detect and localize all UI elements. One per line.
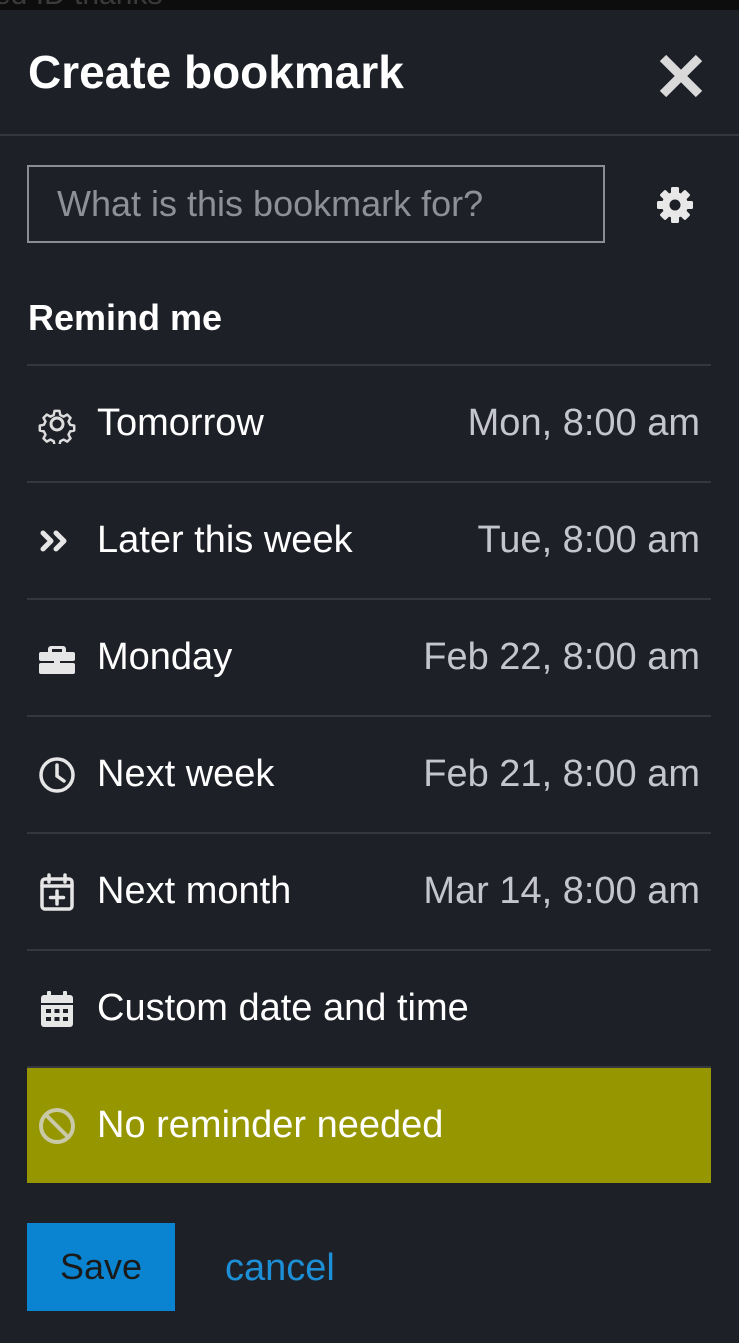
option-next-week[interactable]: Next week Feb 21, 8:00 am <box>27 715 711 832</box>
briefcase-icon <box>39 646 75 674</box>
gear-icon <box>657 187 693 223</box>
gear-outline-icon <box>38 409 76 444</box>
option-later-this-week[interactable]: Later this week Tue, 8:00 am <box>27 481 711 598</box>
modal-header: Create bookmark <box>0 10 739 136</box>
cancel-link[interactable]: cancel <box>225 1247 335 1290</box>
reminder-options: Tomorrow Mon, 8:00 am Later this week Tu… <box>27 364 711 1183</box>
option-time: Mon, 8:00 am <box>467 402 700 444</box>
save-button[interactable]: Save <box>27 1223 175 1311</box>
option-no-reminder[interactable]: No reminder needed <box>27 1066 711 1183</box>
bookmark-name-row <box>27 165 712 245</box>
option-label: Later this week <box>97 519 353 561</box>
modal-title: Create bookmark <box>28 46 404 98</box>
remind-me-heading: Remind me <box>28 297 223 338</box>
clock-icon <box>39 757 75 793</box>
option-label: Custom date and time <box>97 987 469 1029</box>
option-label: Monday <box>97 636 233 678</box>
close-icon <box>659 54 703 98</box>
option-time: Feb 22, 8:00 am <box>423 636 700 678</box>
bookmark-name-input[interactable] <box>27 165 605 243</box>
double-chevron-right-icon <box>40 530 67 552</box>
calendar-icon <box>41 991 73 1027</box>
ban-icon <box>39 1108 75 1144</box>
option-next-month[interactable]: Next month Mar 14, 8:00 am <box>27 832 711 949</box>
option-time: Feb 21, 8:00 am <box>423 753 700 795</box>
option-tomorrow[interactable]: Tomorrow Mon, 8:00 am <box>27 364 711 481</box>
option-custom-date-time[interactable]: Custom date and time <box>27 949 711 1066</box>
option-label: No reminder needed <box>97 1104 444 1146</box>
bookmark-settings-button[interactable] <box>655 185 695 225</box>
option-time: Tue, 8:00 am <box>477 519 701 561</box>
option-monday[interactable]: Monday Feb 22, 8:00 am <box>27 598 711 715</box>
option-time: Mar 14, 8:00 am <box>423 870 700 912</box>
close-button[interactable] <box>655 50 707 102</box>
option-label: Next month <box>97 870 292 912</box>
option-label: Next week <box>97 753 275 795</box>
modal-actions: Save cancel <box>27 1223 711 1311</box>
option-label: Tomorrow <box>97 402 264 444</box>
create-bookmark-modal: Create bookmark What is this bookmark fo… <box>0 10 739 1343</box>
calendar-plus-icon <box>40 873 74 911</box>
